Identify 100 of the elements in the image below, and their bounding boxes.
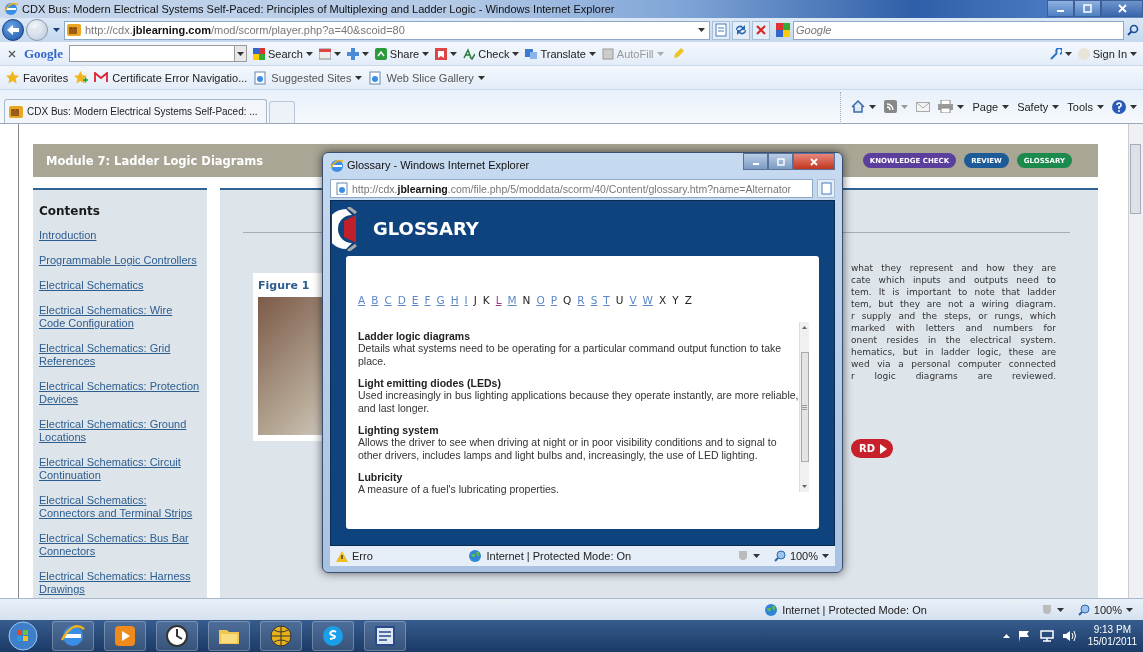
print-button[interactable] xyxy=(938,100,965,113)
caret-icon[interactable] xyxy=(588,51,596,56)
letter-link[interactable]: L xyxy=(495,294,502,306)
caret-icon[interactable] xyxy=(1052,104,1060,109)
minimize-button[interactable] xyxy=(1047,0,1074,17)
caret-icon[interactable] xyxy=(52,28,60,32)
letter-link[interactable]: C xyxy=(384,294,392,306)
caret-icon[interactable] xyxy=(450,51,458,56)
close-button[interactable] xyxy=(793,153,835,170)
scrollbar[interactable] xyxy=(1128,124,1143,598)
letter-link[interactable]: W xyxy=(642,294,653,306)
contents-link[interactable]: Electrical Schematics: Protection Devices xyxy=(39,380,201,406)
letter-link[interactable]: O xyxy=(536,294,545,306)
toolbar-icon-button[interactable] xyxy=(318,47,341,60)
contents-link[interactable]: Electrical Schematics: Ground Locations xyxy=(39,418,201,444)
command-menu-button[interactable]: Page xyxy=(972,100,1010,113)
search-icon[interactable] xyxy=(1127,24,1139,36)
toolbar-menu-button[interactable]: Share xyxy=(374,47,430,60)
favorites-button[interactable]: Favorites xyxy=(6,71,69,84)
home-button[interactable] xyxy=(851,100,877,113)
letter-link[interactable]: F xyxy=(424,294,431,306)
taskbar-button[interactable] xyxy=(208,621,250,651)
help-button[interactable] xyxy=(1112,99,1137,114)
forward-button[interactable]: RD xyxy=(851,439,893,458)
contents-link[interactable]: Introduction xyxy=(39,229,201,242)
taskbar-button[interactable] xyxy=(364,621,406,651)
security-button[interactable] xyxy=(1040,603,1064,616)
network-button[interactable] xyxy=(1039,630,1054,642)
toolbar-icon-button[interactable] xyxy=(346,47,369,60)
caret-icon[interactable] xyxy=(355,75,363,80)
caret-icon[interactable] xyxy=(1097,104,1104,109)
letter-link[interactable]: V xyxy=(629,294,637,306)
caret-icon[interactable] xyxy=(1126,607,1133,612)
toolbar-menu-button[interactable]: Check xyxy=(463,47,520,60)
favorite-link[interactable]: Suggested Sites xyxy=(253,70,363,85)
caret-icon[interactable] xyxy=(1130,104,1137,109)
back-button[interactable] xyxy=(2,19,24,41)
contents-link[interactable]: Programmable Logic Controllers xyxy=(39,254,201,267)
maximize-button[interactable] xyxy=(1074,0,1101,17)
letter-link[interactable]: M xyxy=(507,294,517,306)
search-field[interactable]: Google xyxy=(793,20,1124,40)
caret-icon[interactable] xyxy=(869,104,877,109)
toolbar-menu-button[interactable]: Translate xyxy=(525,47,596,60)
minimize-button[interactable] xyxy=(743,153,768,170)
caret-icon[interactable] xyxy=(957,104,965,109)
caret-icon[interactable] xyxy=(422,51,430,56)
address-field[interactable]: http://cdx.jblearning.com/mod/scorm/player.php?a=40&scoid=80 xyxy=(64,20,710,40)
error-text[interactable]: Erro xyxy=(352,550,373,562)
letter-link[interactable]: T xyxy=(603,294,610,306)
security-button[interactable] xyxy=(736,550,760,562)
add-favorite-button[interactable] xyxy=(74,71,89,84)
caret-icon[interactable] xyxy=(698,28,705,32)
caret-icon[interactable] xyxy=(1056,607,1064,612)
clock-button[interactable]: 9:13 PM 15/01/2011 xyxy=(1087,624,1137,648)
contents-link[interactable]: Electrical Schematics xyxy=(39,279,201,292)
caret-icon[interactable] xyxy=(305,51,313,56)
action-center-button[interactable] xyxy=(1017,630,1032,642)
taskbar-button[interactable] xyxy=(104,621,146,651)
caret-icon[interactable] xyxy=(512,51,520,56)
scrollbar[interactable] xyxy=(799,322,809,492)
letter-link[interactable]: P xyxy=(550,294,558,306)
letter-link[interactable]: I xyxy=(464,294,468,306)
caret-icon[interactable] xyxy=(477,75,485,80)
taskbar-button[interactable] xyxy=(52,621,94,651)
contents-link[interactable]: Electrical Schematics: Circuit Continuation xyxy=(39,456,201,482)
maximize-button[interactable] xyxy=(768,153,793,170)
command-menu-button[interactable]: Tools xyxy=(1067,100,1104,113)
zoom-button[interactable]: 100% xyxy=(1077,603,1133,616)
settings-button[interactable] xyxy=(1049,47,1072,60)
address-field[interactable]: http://cdx.jblearning.com/file.php/5/moddata/scorm/40/Content/glossary.htm?name=Alternator xyxy=(330,179,813,198)
close-button[interactable] xyxy=(1101,0,1143,17)
contents-link[interactable]: Electrical Schematics: Harness Drawings xyxy=(39,570,201,596)
taskbar-button[interactable] xyxy=(156,621,198,651)
caret-icon[interactable] xyxy=(333,51,341,56)
letter-link[interactable]: E xyxy=(411,294,419,306)
contents-link[interactable]: Electrical Schematics: Bus Bar Connectors xyxy=(39,532,201,558)
contents-link[interactable]: Electrical Schematics: Grid References xyxy=(39,342,201,368)
show-hidden-icons-button[interactable] xyxy=(1002,634,1010,638)
letter-link[interactable]: H xyxy=(450,294,459,306)
contents-link[interactable]: Electrical Schematics: Wire Code Configuration xyxy=(39,304,201,330)
caret-icon[interactable] xyxy=(1002,104,1010,109)
stop-button[interactable] xyxy=(752,20,770,40)
toolbar-icon-button[interactable] xyxy=(435,47,458,60)
letter-link[interactable]: G xyxy=(436,294,445,306)
letter-link[interactable]: A xyxy=(358,294,366,306)
favorite-link[interactable]: Certificate Error Navigatio... xyxy=(94,71,248,84)
letter-link[interactable]: B xyxy=(371,294,379,306)
browser-tab[interactable]: CDX Bus: Modern Electrical Systems Self-Paced: ... xyxy=(4,99,267,123)
contents-link[interactable]: Electrical Schematics: Connectors and Terminal Strips xyxy=(39,494,201,520)
caret-icon[interactable] xyxy=(1064,51,1072,56)
zoom-button[interactable]: 100% xyxy=(773,550,829,562)
caret-icon[interactable] xyxy=(752,554,760,558)
sign-in-button[interactable]: Sign In xyxy=(1077,47,1137,60)
volume-button[interactable] xyxy=(1061,630,1076,642)
refresh-button[interactable] xyxy=(732,20,750,40)
caret-icon[interactable] xyxy=(361,51,369,56)
toolbar-search-field[interactable] xyxy=(69,45,235,62)
feeds-button[interactable] xyxy=(884,100,909,113)
caret-icon[interactable] xyxy=(822,554,829,558)
dropdown-button[interactable] xyxy=(235,45,247,62)
